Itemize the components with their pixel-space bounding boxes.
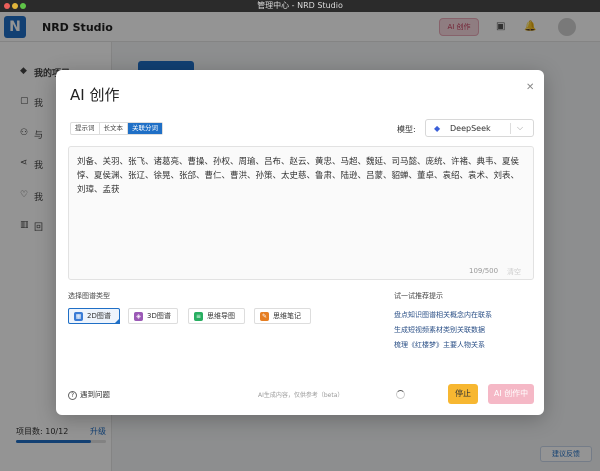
graph-type-3d[interactable]: ◈ 3D图谱 bbox=[128, 308, 178, 324]
question-icon: ? bbox=[68, 391, 77, 400]
tab-long-text[interactable]: 长文本 bbox=[100, 123, 128, 134]
mode-tabs: 提示词 长文本 关联分词 bbox=[70, 122, 163, 135]
deepseek-icon: ◆ bbox=[434, 124, 441, 133]
minimize-window-button[interactable] bbox=[12, 3, 18, 9]
modal-title: AI 创作 bbox=[70, 86, 120, 104]
close-icon[interactable]: ✕ bbox=[526, 82, 534, 93]
tip-item[interactable]: 盘点知识图谱相关概念内在联系 bbox=[394, 310, 492, 320]
graph-type-label: 选择图谱类型 bbox=[68, 292, 110, 300]
2d-icon: ▦ bbox=[74, 312, 83, 321]
tips-title: 试一试推荐提示 bbox=[394, 292, 443, 300]
tip-item[interactable]: 生成短视频素材类别关联数据 bbox=[394, 325, 485, 335]
stop-button[interactable]: 停止 bbox=[448, 384, 478, 404]
input-textarea[interactable]: 刘备、关羽、张飞、诸葛亮、曹操、孙权、周瑜、吕布、赵云、黄忠、马超、魏延、司马懿… bbox=[68, 146, 534, 280]
tab-related-terms[interactable]: 关联分词 bbox=[128, 123, 162, 134]
window-titlebar: 管理中心 - NRD Studio bbox=[0, 0, 600, 12]
ai-creating-button: AI 创作中 bbox=[488, 384, 534, 404]
mindmap-icon: ≡ bbox=[194, 312, 203, 321]
loading-spinner-icon bbox=[396, 390, 405, 399]
help-link[interactable]: ? 遇到问题 bbox=[68, 389, 110, 400]
ai-create-modal: AI 创作 ✕ 提示词 长文本 关联分词 模型: ◆ DeepSeek ⌵ 刘备… bbox=[56, 70, 544, 415]
clear-button[interactable]: 清空 bbox=[507, 267, 521, 277]
tip-item[interactable]: 梳理《红楼梦》主要人物关系 bbox=[394, 340, 485, 350]
close-window-button[interactable] bbox=[4, 3, 10, 9]
char-counter: 109/500 bbox=[469, 267, 499, 275]
ai-disclaimer: AI生成内容，仅供参考（beta） bbox=[258, 392, 344, 399]
tab-prompt[interactable]: 提示词 bbox=[71, 123, 100, 134]
graph-type-mindmap[interactable]: ≡ 思维导图 bbox=[188, 308, 245, 324]
maximize-window-button[interactable] bbox=[20, 3, 26, 9]
window-title: 管理中心 - NRD Studio bbox=[257, 1, 343, 10]
model-select[interactable]: ◆ DeepSeek ⌵ bbox=[425, 119, 534, 137]
graph-type-note[interactable]: ✎ 思维笔记 bbox=[254, 308, 311, 324]
model-label: 模型: bbox=[397, 125, 416, 134]
input-text: 刘备、关羽、张飞、诸葛亮、曹操、孙权、周瑜、吕布、赵云、黄忠、马超、魏延、司马懿… bbox=[77, 157, 520, 195]
3d-icon: ◈ bbox=[134, 312, 143, 321]
graph-type-2d[interactable]: ▦ 2D图谱 bbox=[68, 308, 120, 324]
chevron-down-icon: ⌵ bbox=[517, 123, 524, 132]
model-value: DeepSeek bbox=[450, 124, 491, 133]
note-icon: ✎ bbox=[260, 312, 269, 321]
select-divider bbox=[510, 123, 511, 134]
selected-corner bbox=[114, 318, 120, 324]
